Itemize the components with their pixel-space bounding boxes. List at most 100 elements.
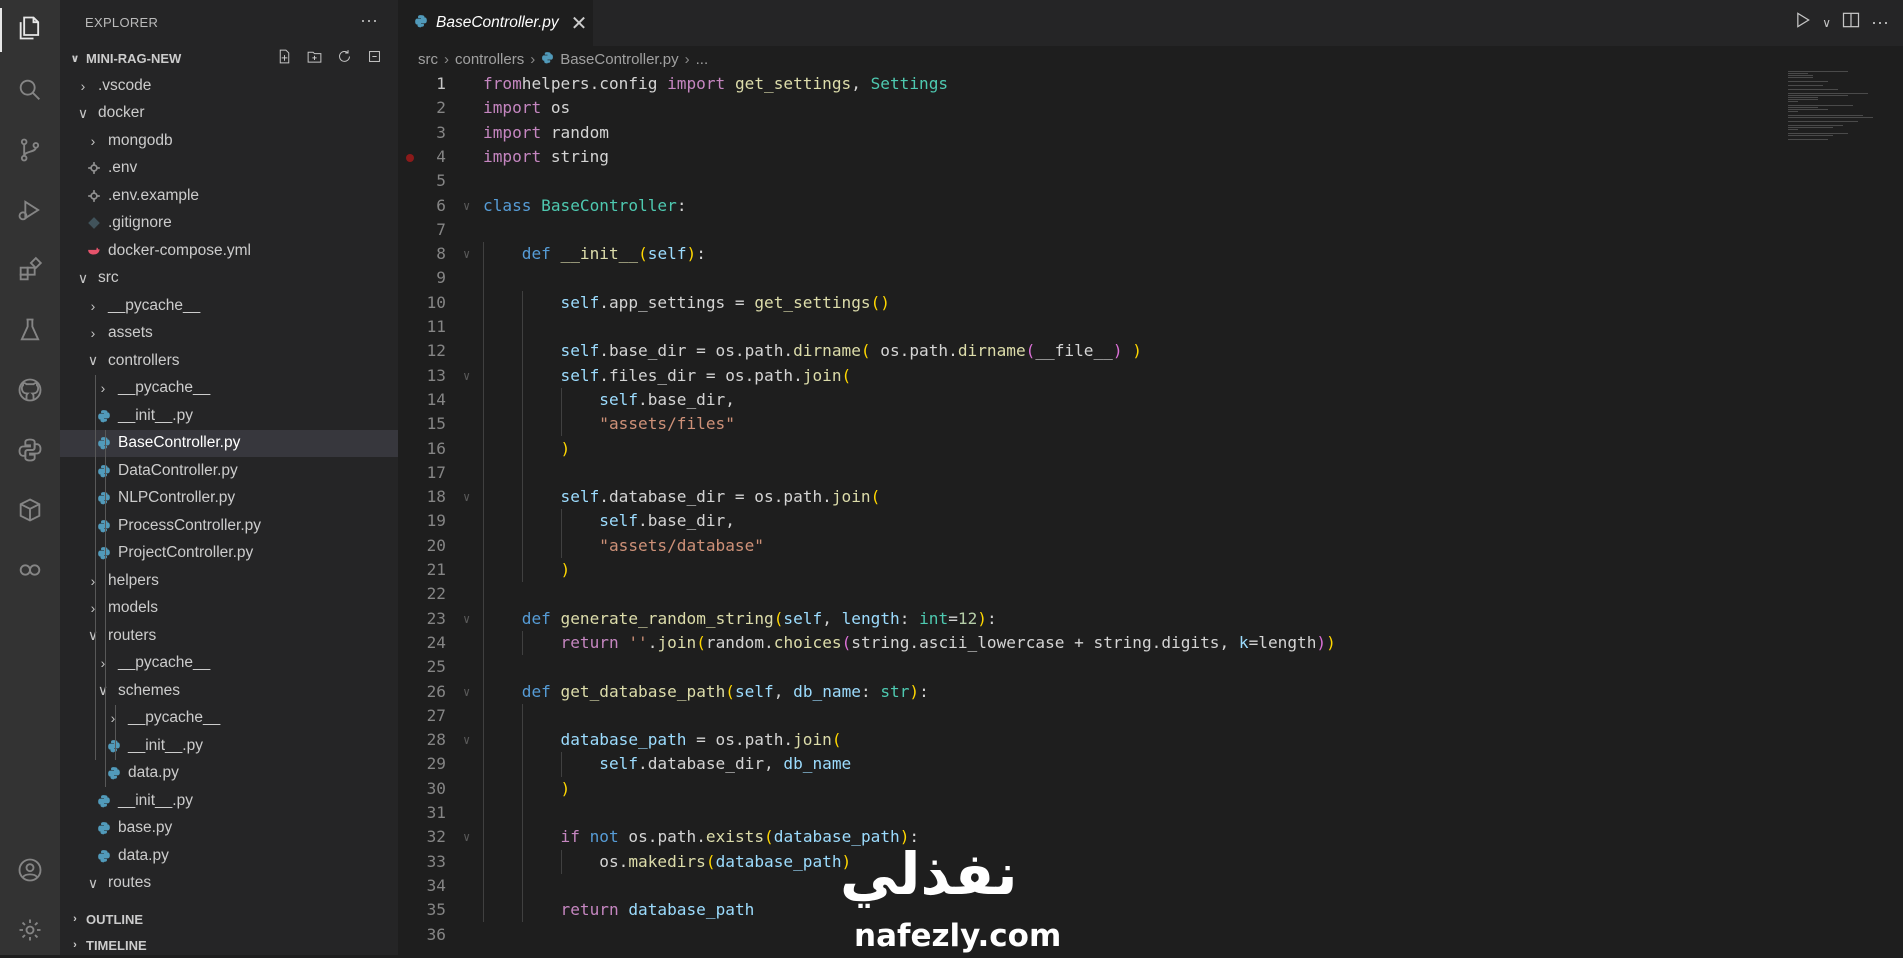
code-line[interactable]: 27 — [398, 704, 1778, 728]
code-line[interactable]: 35 return database_path — [398, 898, 1778, 922]
fold-chevron-icon[interactable]: ∨ — [463, 728, 470, 752]
code-line[interactable]: 1 fromhelpers.config import get_settings,… — [398, 72, 1778, 96]
code-line[interactable]: 23 ∨ def generate_random_string(self, len… — [398, 607, 1778, 631]
code-line[interactable]: 28 ∨ database_path = os.path.join( — [398, 728, 1778, 752]
code-line[interactable]: 19 self.base_dir, — [398, 509, 1778, 533]
breadcrumb-file[interactable]: BaseController.py — [560, 51, 678, 68]
tree-file[interactable]: .env.example — [60, 182, 398, 210]
tree-folder[interactable]: ∨ src — [60, 265, 398, 293]
tree-file[interactable]: ProjectController.py — [60, 540, 398, 568]
close-icon[interactable]: ✕ — [571, 11, 588, 36]
code-line[interactable]: 2 import os — [398, 96, 1778, 120]
code-line[interactable]: 22 — [398, 582, 1778, 606]
testing-flask-icon[interactable] — [12, 312, 48, 348]
code-line[interactable]: 8 ∨ def __init__(self): — [398, 242, 1778, 266]
code-line[interactable]: 13 ∨ self.files_dir = os.path.join( — [398, 364, 1778, 388]
tree-file[interactable]: __init__.py — [60, 402, 398, 430]
fold-chevron-icon[interactable]: ∨ — [463, 194, 470, 218]
fold-chevron-icon[interactable]: ∨ — [463, 607, 470, 631]
tree-folder[interactable]: › __pycache__ — [60, 705, 398, 733]
code-line[interactable]: 32 ∨ if not os.path.exists(database_path)… — [398, 825, 1778, 849]
tree-folder[interactable]: ∨ controllers — [60, 347, 398, 375]
tree-file[interactable]: NLPController.py — [60, 485, 398, 513]
outline-section-header[interactable]: › OUTLINE — [60, 906, 398, 932]
breadcrumb-src[interactable]: src — [418, 51, 438, 68]
code-line[interactable]: 24 return ''.join(random.choices(string.… — [398, 631, 1778, 655]
github-icon[interactable] — [12, 372, 48, 408]
more-editor-actions-icon[interactable]: ··· — [1871, 12, 1889, 33]
tree-folder[interactable]: › helpers — [60, 567, 398, 595]
settings-gear-icon[interactable] — [12, 912, 48, 948]
tree-folder[interactable]: › __pycache__ — [60, 650, 398, 678]
code-line[interactable]: 18 ∨ self.database_dir = os.path.join( — [398, 485, 1778, 509]
fold-chevron-icon[interactable]: ∨ — [463, 825, 470, 849]
tree-folder[interactable]: ∨ schemes — [60, 677, 398, 705]
tree-file[interactable]: data.py — [60, 842, 398, 870]
code-line[interactable]: 12 self.base_dir = os.path.dirname( os.p… — [398, 339, 1778, 363]
code-line[interactable]: 15 "assets/files" — [398, 412, 1778, 436]
tree-folder[interactable]: ∨ routers — [60, 622, 398, 650]
code-line[interactable]: 6 ∨ class BaseController: — [398, 194, 1778, 218]
code-line[interactable]: 25 — [398, 655, 1778, 679]
tree-file[interactable]: .env — [60, 155, 398, 183]
containers-icon[interactable] — [12, 492, 48, 528]
code-line[interactable]: 21 ) — [398, 558, 1778, 582]
run-dropdown-chevron-icon[interactable]: ∨ — [1822, 16, 1831, 30]
tree-folder[interactable]: › .vscode — [60, 72, 398, 100]
code-line[interactable]: 30 ) — [398, 777, 1778, 801]
breakpoint-icon[interactable] — [406, 153, 414, 162]
fold-chevron-icon[interactable]: ∨ — [463, 680, 470, 704]
breadcrumb-symbol[interactable]: ... — [696, 51, 709, 68]
code-line[interactable]: 3 import random — [398, 121, 1778, 145]
more-actions-icon[interactable]: ··· — [360, 10, 378, 31]
tree-file[interactable]: docker-compose.yml — [60, 237, 398, 265]
code-line[interactable]: 31 — [398, 801, 1778, 825]
copilot-icon[interactable] — [12, 552, 48, 588]
fold-chevron-icon[interactable]: ∨ — [463, 364, 470, 388]
tree-file[interactable]: base.py — [60, 815, 398, 843]
fold-chevron-icon[interactable]: ∨ — [463, 242, 470, 266]
code-line[interactable]: 17 — [398, 461, 1778, 485]
code-line[interactable]: 14 self.base_dir, — [398, 388, 1778, 412]
code-line[interactable]: 29 self.database_dir, db_name — [398, 752, 1778, 776]
search-icon[interactable] — [12, 72, 48, 108]
tree-folder[interactable]: › assets — [60, 320, 398, 348]
timeline-section-header[interactable]: › TIMELINE — [60, 932, 398, 958]
explorer-icon[interactable] — [12, 10, 48, 46]
python-icon[interactable] — [12, 432, 48, 468]
minimap[interactable] — [1788, 70, 1878, 150]
code-line[interactable]: 26 ∨ def get_database_path(self, db_name:… — [398, 680, 1778, 704]
accounts-icon[interactable] — [12, 852, 48, 888]
tab-basecontroller[interactable]: BaseController.py ✕ — [398, 0, 593, 46]
tree-folder[interactable]: ∨ routes — [60, 870, 398, 898]
tree-file[interactable]: ProcessController.py — [60, 512, 398, 540]
project-section-header[interactable]: ∨ MINI-RAG-NEW — [60, 45, 398, 71]
tree-file[interactable]: __init__.py — [60, 732, 398, 760]
code-line[interactable]: 20 "assets/database" — [398, 534, 1778, 558]
code-line[interactable]: 7 — [398, 218, 1778, 242]
code-line[interactable]: 9 — [398, 266, 1778, 290]
collapse-all-icon[interactable] — [364, 45, 384, 67]
tree-file[interactable]: DataController.py — [60, 457, 398, 485]
tree-folder[interactable]: › __pycache__ — [60, 375, 398, 403]
code-editor[interactable]: 1 fromhelpers.config import get_settings,… — [398, 72, 1778, 952]
tree-file[interactable]: __init__.py — [60, 787, 398, 815]
run-debug-icon[interactable] — [12, 192, 48, 228]
tree-file[interactable]: BaseController.py — [60, 429, 398, 457]
code-line[interactable]: 16 ) — [398, 437, 1778, 461]
tree-folder[interactable]: › models — [60, 595, 398, 623]
split-editor-icon[interactable] — [1841, 10, 1861, 35]
code-line[interactable]: 34 — [398, 874, 1778, 898]
source-control-icon[interactable] — [12, 132, 48, 168]
tree-file[interactable]: data.py — [60, 760, 398, 788]
fold-chevron-icon[interactable]: ∨ — [463, 485, 470, 509]
code-line[interactable]: 5 — [398, 169, 1778, 193]
code-line[interactable]: 4 import string — [398, 145, 1778, 169]
tree-folder[interactable]: › __pycache__ — [60, 292, 398, 320]
tree-file[interactable]: .gitignore — [60, 210, 398, 238]
tree-folder[interactable]: › mongodb — [60, 127, 398, 155]
code-line[interactable]: 36 — [398, 923, 1778, 947]
code-line[interactable]: 11 — [398, 315, 1778, 339]
extensions-icon[interactable] — [12, 252, 48, 288]
breadcrumb-controllers[interactable]: controllers — [455, 51, 524, 68]
